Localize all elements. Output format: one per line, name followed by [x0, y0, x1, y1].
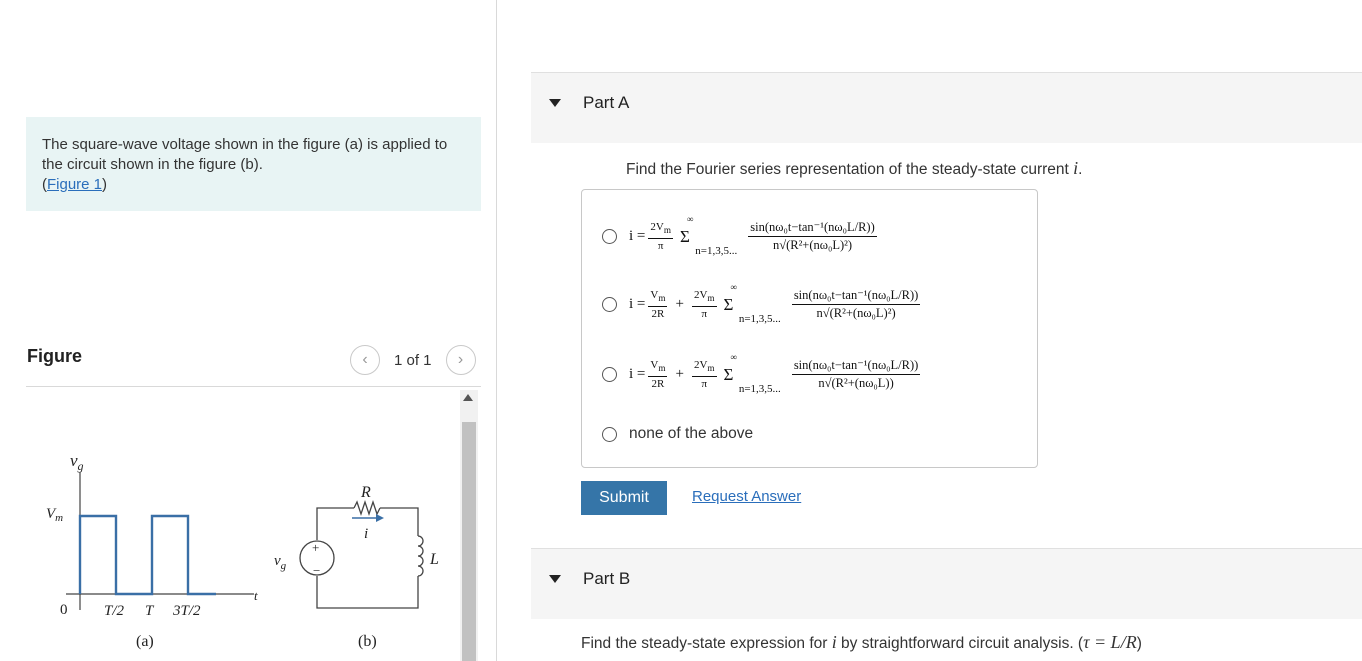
t-axis-label: t	[254, 588, 258, 603]
radio-button[interactable]	[602, 367, 617, 382]
caption-b: (b)	[358, 633, 377, 650]
submit-button[interactable]: Submit	[581, 481, 667, 515]
l-label: L	[429, 551, 439, 568]
left-pane: The square-wave voltage shown in the fig…	[0, 0, 497, 661]
t-half-label: T/2	[104, 603, 125, 619]
request-answer-link[interactable]: Request Answer	[692, 488, 801, 505]
vg-label: vg	[70, 451, 84, 473]
t-label: T	[145, 603, 155, 619]
collapse-triangle-icon[interactable]	[549, 99, 561, 107]
figure-link[interactable]: Figure 1	[47, 176, 102, 193]
wire-top-left	[316, 507, 354, 540]
part-a-header[interactable]: Part A	[531, 72, 1362, 143]
collapse-triangle-icon[interactable]	[549, 575, 561, 583]
choice-3[interactable]: i = Vm 2R + 2Vm π Σ ∞ n=1,3,5... sin(nω₀t−t…	[602, 352, 923, 395]
part-b-title: Part B	[583, 569, 631, 588]
wire-bottom	[316, 576, 419, 609]
minus-sign: −	[313, 563, 320, 578]
chevron-right-icon[interactable]: ›	[445, 345, 476, 375]
vg-source-label: vg	[274, 553, 287, 572]
wire-top-right	[380, 507, 419, 536]
square-wave	[78, 514, 216, 596]
part-a-question: Find the Fourier series representation o…	[626, 158, 1083, 178]
choice-4-label: none of the above	[629, 425, 754, 442]
radio-button[interactable]	[602, 229, 617, 244]
choice-2[interactable]: i = Vm 2R + 2Vm π Σ ∞ n=1,3,5... sin(nω₀t−t…	[602, 282, 923, 325]
i-label: i	[364, 526, 368, 542]
choice-1-formula: i = 2Vm π Σ ∞ n=1,3,5... sin(nω₀t−tan⁻¹(nω…	[629, 214, 877, 257]
plus-sign: +	[312, 540, 319, 555]
part-a-title: Part A	[583, 93, 630, 112]
pager-text: 1 of 1	[394, 351, 432, 369]
resistor	[353, 499, 381, 517]
vm-label: Vm	[46, 506, 63, 524]
choice-4[interactable]: none of the above	[602, 425, 753, 443]
radio-button[interactable]	[602, 297, 617, 312]
figure-scrollbar[interactable]	[460, 390, 478, 661]
scroll-thumb[interactable]	[462, 422, 476, 661]
chevron-left-icon[interactable]: ‹	[350, 345, 380, 375]
current-arrowhead	[376, 514, 384, 522]
intro-box: The square-wave voltage shown in the fig…	[26, 117, 481, 211]
figure-title: Figure	[27, 346, 83, 366]
part-b-question: Find the steady-state expression for i b…	[581, 632, 1142, 652]
intro-text: The square-wave voltage shown in the fig…	[42, 136, 448, 173]
radio-button[interactable]	[602, 426, 617, 442]
figure-image: vg Vm t 0 T/2 T 3T/2 (a) + − R i L vg (b…	[26, 388, 458, 661]
t-3half-label: 3T/2	[172, 603, 201, 619]
figure-pager: ‹ 1 of 1 ›	[350, 345, 476, 375]
choice-1[interactable]: i = 2Vm π Σ ∞ n=1,3,5... sin(nω₀t−tan⁻¹(nω…	[602, 214, 880, 257]
scroll-up-icon[interactable]	[463, 394, 473, 401]
zero-label: 0	[60, 602, 68, 618]
figure-divider	[26, 386, 481, 387]
answer-choices: i = 2Vm π Σ ∞ n=1,3,5... sin(nω₀t−tan⁻¹(nω…	[581, 189, 1038, 468]
choice-2-formula: i = Vm 2R + 2Vm π Σ ∞ n=1,3,5... sin(nω₀t−t…	[629, 282, 921, 325]
figure-svg: vg Vm t 0 T/2 T 3T/2 (a) + − R i L vg (b…	[46, 451, 439, 650]
caption-a: (a)	[136, 633, 154, 650]
inductor	[417, 535, 424, 577]
part-b-header[interactable]: Part B	[531, 548, 1362, 619]
r-label: R	[360, 484, 371, 501]
choice-3-formula: i = Vm 2R + 2Vm π Σ ∞ n=1,3,5... sin(nω₀t−t…	[629, 352, 921, 395]
